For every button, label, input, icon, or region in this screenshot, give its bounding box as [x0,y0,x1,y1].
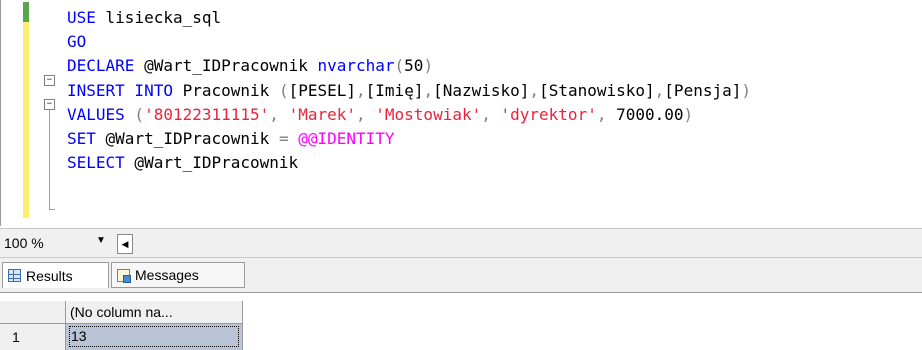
code-token: nvarchar [317,56,395,76]
row-number[interactable]: 1 [0,324,66,350]
tab-results-label: Results [26,267,73,284]
results-tabs: Results Messages [0,258,922,292]
sql-code[interactable]: USE lisiecka_sql GO DECLARE @Wart_IDPracow… [67,6,751,175]
select-all-corner[interactable] [0,301,66,324]
scroll-left-icon[interactable]: ◀ [117,234,133,254]
code-token: [Nazwisko] [433,80,530,100]
code-token: SET [67,128,96,148]
code-token: lisiecka_sql [95,8,222,27]
results-grid: (No column na... 1 13 [0,292,922,350]
code-line[interactable]: USE lisiecka_sql [67,6,751,30]
code-token: 7000.00 [616,104,684,124]
code-token: = [278,128,289,148]
code-token: 'dyrektor' [500,104,597,124]
code-line[interactable]: GO [67,30,751,54]
collapse-insert-icon[interactable]: − [44,99,55,110]
code-token: @@IDENTITY [298,128,395,148]
code-token: ( [124,104,145,124]
editor-gutter [1,0,23,226]
code-token: , [654,80,665,100]
saved-change-marker [23,2,29,22]
collapse-declare-icon[interactable]: − [44,75,55,86]
query-editor[interactable]: − − USE lisiecka_sql GO DECLARE @Wart_IDPr… [0,0,922,226]
code-line[interactable]: DECLARE @Wart_IDPracownik nvarchar(50) [67,54,751,78]
code-token: '80122311115' [144,104,270,124]
editor-status-strip: 100 % ▼ ◀ [0,228,922,258]
tab-messages-label: Messages [135,267,199,283]
code-token: GO [67,32,87,52]
code-token: , [269,104,289,124]
code-token: [PESEL] [288,80,357,100]
code-token: [Pensja] [664,80,742,100]
code-line[interactable]: SELECT @Wart_IDPracownik [67,151,751,175]
grid-icon [8,269,21,282]
unsaved-change-marker [23,22,29,218]
code-token: ) [423,56,434,76]
zoom-dropdown-arrow-icon[interactable]: ▼ [96,235,106,246]
code-token: SELECT [67,153,125,173]
code-token: USE [67,8,96,27]
code-line[interactable]: INSERT INTO Pracownik ([PESEL],[Imię],[N… [67,79,751,103]
code-token: , [529,80,540,100]
code-token: , [356,80,366,100]
zoom-level[interactable]: 100 % [4,235,44,251]
outline-end-tick [49,209,55,210]
outline-margin: − − [43,0,57,226]
column-header[interactable]: (No column na... [66,301,243,324]
code-token: @Wart_IDPracownik [124,153,299,173]
code-token: ( [394,56,405,76]
code-token: 'Mostowiak' [375,104,482,124]
code-token: ( [278,80,289,100]
outline-guide [49,110,50,210]
code-token: , [423,80,434,100]
messages-icon [117,268,131,283]
result-cell[interactable]: 13 [66,324,243,350]
code-token: [Imię] [365,80,424,100]
code-token: @Wart_IDPracownik [134,56,318,76]
code-token: INSERT INTO [67,80,173,100]
code-token: ) [683,104,694,124]
code-token: 50 [404,56,424,76]
code-token: , [596,104,617,124]
code-line[interactable]: SET @Wart_IDPracownik = @@IDENTITY [67,127,751,151]
code-token: @Wart_IDPracownik [95,128,279,148]
code-token: DECLARE [67,56,135,76]
tab-messages[interactable]: Messages [111,262,245,288]
code-token: Pracownik [172,80,279,100]
code-token: [Stanowisko] [539,80,655,100]
code-line[interactable]: VALUES ('80122311115', 'Marek', 'Mostowi… [67,103,751,127]
tab-results[interactable]: Results [2,262,109,288]
code-token: VALUES [67,104,125,124]
code-token: , [356,104,376,124]
code-token: , [481,104,501,124]
code-token: 'Marek' [288,104,356,124]
code-token: ) [741,80,751,100]
